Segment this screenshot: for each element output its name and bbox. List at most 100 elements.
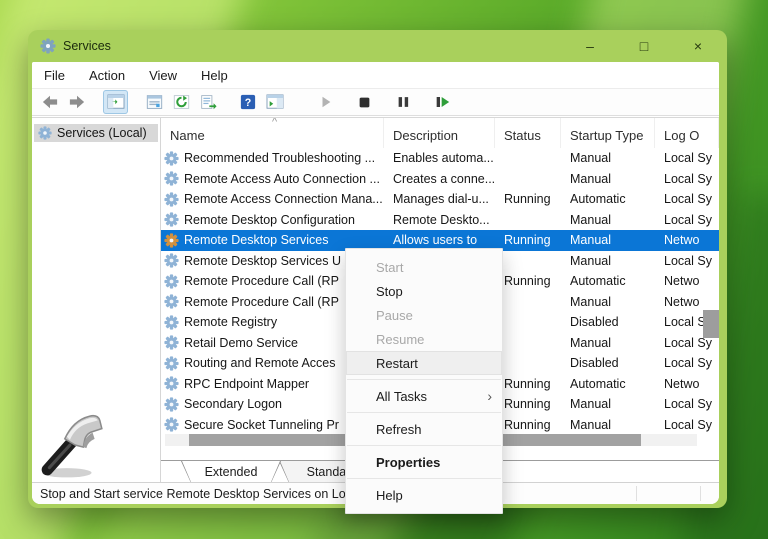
service-status: Running: [495, 274, 561, 288]
service-gear-icon: [164, 233, 179, 248]
service-name: Secure Socket Tunneling Pr: [184, 418, 339, 432]
start-service-button[interactable]: [313, 90, 338, 114]
table-row[interactable]: Remote Desktop Configuration Remote Desk…: [161, 210, 719, 231]
service-gear-icon: [164, 356, 179, 371]
service-logon: Netwo: [655, 274, 719, 288]
menu-item-stop[interactable]: Stop: [346, 279, 502, 303]
column-header-name[interactable]: ^ Name: [161, 118, 384, 148]
back-button[interactable]: [37, 90, 62, 114]
help-icon: ?: [240, 94, 256, 110]
sort-ascending-icon: ^: [272, 118, 277, 128]
menu-item-properties[interactable]: Properties: [346, 450, 502, 474]
menu-action[interactable]: Action: [89, 68, 125, 83]
help-button[interactable]: ?: [235, 90, 260, 114]
service-gear-icon: [164, 151, 179, 166]
table-row[interactable]: Recommended Troubleshooting ... Enables …: [161, 148, 719, 169]
service-gear-icon: [164, 294, 179, 309]
services-gear-icon: [40, 38, 56, 54]
service-name: Routing and Remote Acces: [184, 356, 335, 370]
menu-separator: [347, 445, 501, 446]
service-name: Remote Procedure Call (RP: [184, 295, 339, 309]
refresh-button[interactable]: [169, 90, 194, 114]
service-description: Allows users to: [384, 233, 495, 247]
service-startup-type: Manual: [561, 213, 655, 227]
service-gear-icon: [164, 171, 179, 186]
vertical-scrollbar-thumb[interactable]: [703, 310, 719, 338]
refresh-icon: [173, 94, 190, 110]
toolbar: ?: [32, 88, 719, 116]
service-startup-type: Disabled: [561, 356, 655, 370]
service-status: Running: [495, 233, 561, 247]
stop-service-button[interactable]: [352, 90, 377, 114]
menu-bar: File Action View Help: [32, 62, 719, 88]
service-status: Running: [495, 192, 561, 206]
service-startup-type: Manual: [561, 233, 655, 247]
properties-window-icon: [146, 94, 163, 110]
forward-icon: [68, 94, 86, 110]
minimize-button[interactable]: –: [579, 38, 601, 54]
close-button[interactable]: ×: [687, 38, 709, 54]
forward-button[interactable]: [64, 90, 89, 114]
stop-service-icon: [358, 96, 371, 109]
menu-item-all-tasks[interactable]: All Tasks›: [346, 384, 502, 408]
table-row[interactable]: Remote Access Auto Connection ... Create…: [161, 169, 719, 190]
column-header-log-on-as[interactable]: Log O: [655, 118, 719, 148]
services-window: Services – □ × File Action View Help: [28, 30, 727, 508]
service-startup-type: Manual: [561, 254, 655, 268]
status-separator: [700, 486, 701, 501]
service-startup-type: Manual: [561, 336, 655, 350]
column-header-status[interactable]: Status: [495, 118, 561, 148]
service-logon: Local Sy: [655, 356, 719, 370]
properties-button[interactable]: [142, 90, 167, 114]
export-list-icon: [200, 94, 217, 110]
console-tree-panel: Services (Local): [32, 118, 161, 482]
service-gear-icon: [164, 192, 179, 207]
service-startup-type: Manual: [561, 418, 655, 432]
service-startup-type: Manual: [561, 397, 655, 411]
title-bar[interactable]: Services – □ ×: [28, 30, 727, 62]
menu-separator: [347, 412, 501, 413]
service-gear-icon: [164, 212, 179, 227]
service-startup-type: Automatic: [561, 377, 655, 391]
service-description: Remote Deskto...: [384, 213, 495, 227]
show-action-pane-button[interactable]: [262, 90, 287, 114]
export-list-button[interactable]: [196, 90, 221, 114]
pause-service-button[interactable]: [391, 90, 416, 114]
menu-view[interactable]: View: [149, 68, 177, 83]
restart-service-icon: [435, 95, 450, 109]
service-status: Running: [495, 377, 561, 391]
menu-item-start: Start: [346, 255, 502, 279]
services-gear-icon: [38, 126, 52, 140]
context-menu: Start Stop Pause Resume Restart All Task…: [345, 248, 503, 514]
menu-file[interactable]: File: [44, 68, 65, 83]
service-logon: Netwo: [655, 295, 719, 309]
svg-text:?: ?: [244, 97, 251, 109]
service-logon: Local Sy: [655, 151, 719, 165]
service-name: Secondary Logon: [184, 397, 282, 411]
service-description: Enables automa...: [384, 151, 495, 165]
maximize-button[interactable]: □: [633, 38, 655, 54]
service-name: Recommended Troubleshooting ...: [184, 151, 375, 165]
menu-help[interactable]: Help: [201, 68, 228, 83]
service-logon: Local Sy: [655, 192, 719, 206]
menu-item-refresh[interactable]: Refresh: [346, 417, 502, 441]
sidebar-item-services-local[interactable]: Services (Local): [34, 124, 158, 142]
tab-extended[interactable]: Extended: [181, 461, 281, 482]
table-row[interactable]: Remote Access Connection Mana... Manages…: [161, 189, 719, 210]
service-gear-icon: [164, 376, 179, 391]
service-name: Remote Procedure Call (RP: [184, 274, 339, 288]
column-header-startup-type[interactable]: Startup Type: [561, 118, 655, 148]
column-header-description[interactable]: Description: [384, 118, 495, 148]
menu-item-restart[interactable]: Restart: [346, 351, 502, 375]
show-console-tree-button[interactable]: [103, 90, 128, 114]
service-startup-type: Automatic: [561, 192, 655, 206]
service-name: Remote Desktop Services U: [184, 254, 341, 268]
service-startup-type: Disabled: [561, 315, 655, 329]
sidebar-item-label: Services (Local): [57, 126, 147, 140]
service-logon: Netwo: [655, 377, 719, 391]
status-separator: [636, 486, 637, 501]
service-name: RPC Endpoint Mapper: [184, 377, 309, 391]
menu-item-help[interactable]: Help: [346, 483, 502, 507]
menu-item-pause: Pause: [346, 303, 502, 327]
restart-service-button[interactable]: [430, 90, 455, 114]
